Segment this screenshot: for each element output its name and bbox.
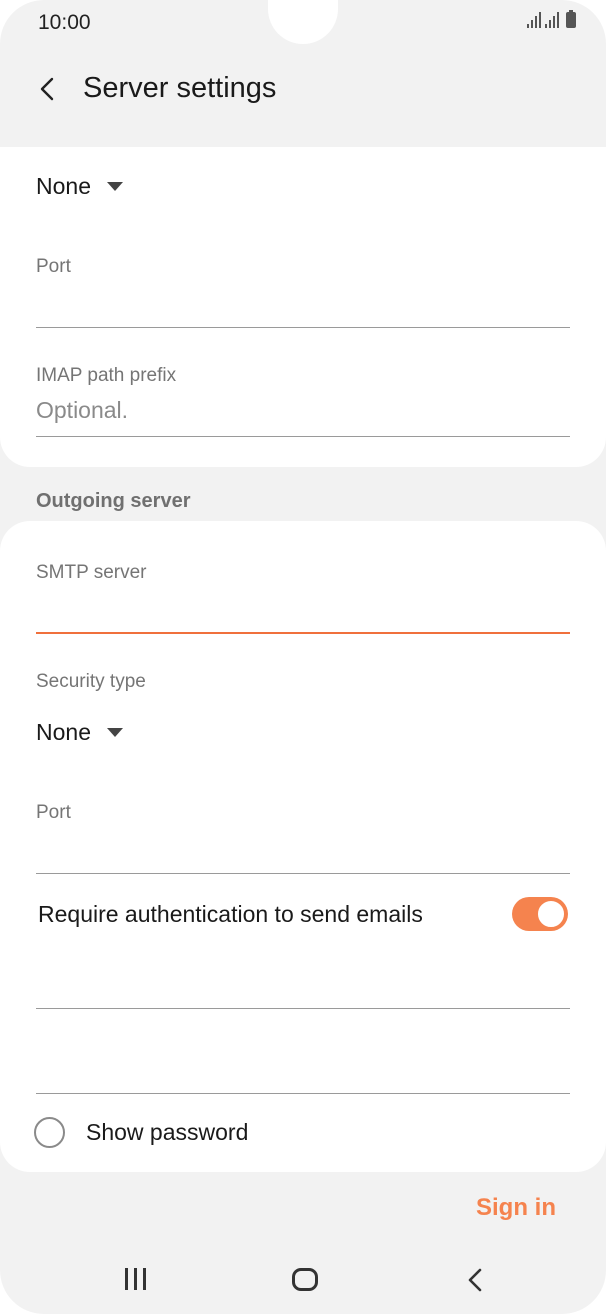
- incoming-security-value: None: [36, 173, 91, 199]
- security-type-label: Security type: [36, 671, 146, 692]
- imap-path-underline: [36, 436, 570, 437]
- home-icon[interactable]: [292, 1268, 318, 1291]
- camera-notch: [268, 0, 338, 44]
- smtp-server-input[interactable]: [36, 591, 570, 633]
- outgoing-port-label: Port: [36, 802, 71, 823]
- recent-apps-icon[interactable]: [125, 1268, 146, 1290]
- dropdown-caret-icon: [106, 182, 123, 191]
- password-underline: [36, 1093, 570, 1094]
- status-icons: [527, 10, 576, 28]
- back-arrow-icon[interactable]: [36, 76, 62, 102]
- outgoing-port-input[interactable]: [36, 831, 570, 873]
- incoming-port-underline: [36, 327, 570, 328]
- signal-icon-2: [545, 12, 559, 28]
- incoming-port-input[interactable]: [36, 285, 570, 327]
- outgoing-security-dropdown[interactable]: None: [36, 719, 123, 746]
- toggle-knob: [536, 899, 566, 929]
- outgoing-port-underline: [36, 873, 570, 874]
- require-auth-label: Require authentication to send emails: [38, 901, 423, 927]
- imap-path-prefix-input[interactable]: Optional.: [36, 397, 128, 424]
- sign-in-button[interactable]: Sign in: [476, 1194, 556, 1222]
- incoming-port-label: Port: [36, 256, 71, 277]
- username-input[interactable]: [36, 961, 570, 1007]
- password-input[interactable]: [36, 1046, 570, 1092]
- require-auth-toggle[interactable]: [512, 897, 568, 931]
- show-password-label: Show password: [86, 1119, 249, 1145]
- outgoing-settings-card: SMTP server Security type None Port: [0, 521, 606, 1172]
- outgoing-server-heading: Outgoing server: [36, 490, 191, 512]
- outgoing-security-value: None: [36, 719, 91, 745]
- signal-icon: [527, 12, 541, 28]
- dropdown-caret-icon: [106, 728, 123, 737]
- imap-path-prefix-label: IMAP path prefix: [36, 365, 177, 386]
- show-password-checkbox[interactable]: [34, 1117, 65, 1148]
- smtp-server-label: SMTP server: [36, 562, 147, 583]
- incoming-settings-card: None Port IMAP path prefix Optional.: [0, 147, 606, 467]
- incoming-security-dropdown[interactable]: None: [36, 173, 123, 200]
- phone-screen: 10:00 Server settings None Port IMAP pat…: [0, 0, 606, 1314]
- username-underline: [36, 1008, 570, 1009]
- status-time: 10:00: [38, 11, 91, 34]
- nav-back-icon[interactable]: [466, 1268, 486, 1292]
- battery-icon: [566, 10, 576, 28]
- page-title: Server settings: [83, 72, 277, 104]
- smtp-server-underline: [36, 632, 570, 634]
